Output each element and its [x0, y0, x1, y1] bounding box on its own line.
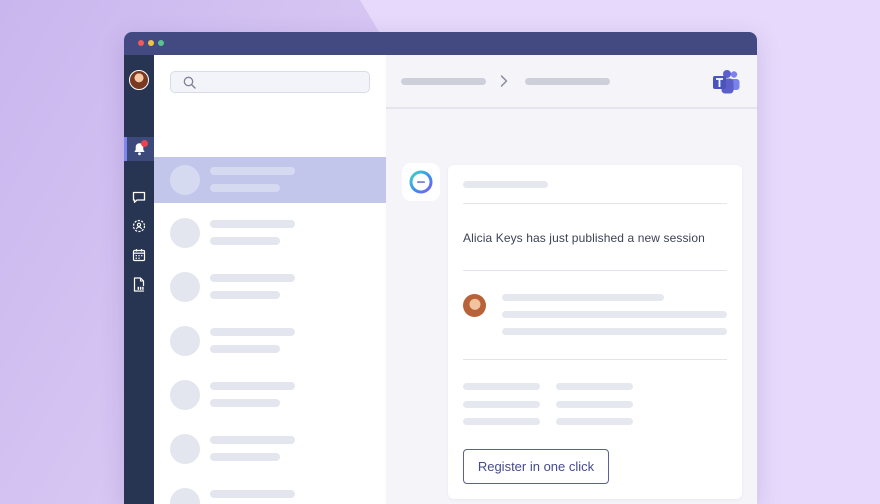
conversation-header	[386, 55, 757, 109]
card-message: Alicia Keys has just published a new ses…	[463, 231, 705, 245]
card-header-placeholder	[463, 181, 548, 188]
detail-value-placeholder	[556, 418, 633, 425]
list-item[interactable]	[154, 264, 386, 310]
chevron-right-icon	[500, 75, 508, 87]
detail-label-placeholder	[463, 418, 540, 425]
session-detail-placeholder	[502, 311, 727, 318]
window-minimize-button[interactable]	[148, 40, 154, 46]
app-window: Alicia Keys has just published a new ses…	[124, 32, 757, 504]
register-button[interactable]: Register in one click	[463, 449, 609, 484]
list-item-preview-placeholder	[210, 453, 280, 461]
conversation-pane: Alicia Keys has just published a new ses…	[386, 55, 757, 504]
window-close-button[interactable]	[138, 40, 144, 46]
rail-item-chat[interactable]	[124, 185, 154, 209]
rail-item-files[interactable]	[124, 272, 154, 296]
brand-logo-icon	[409, 170, 433, 194]
search-input[interactable]	[201, 74, 369, 90]
list-item-title-placeholder	[210, 274, 295, 282]
detail-label-placeholder	[463, 383, 540, 390]
rail-item-activity[interactable]	[124, 137, 154, 161]
list-item[interactable]	[154, 210, 386, 256]
teams-icon	[713, 70, 740, 94]
notification-badge	[141, 140, 148, 147]
search-icon	[183, 76, 196, 89]
list-item-preview-placeholder	[210, 184, 280, 192]
list-item-avatar	[170, 380, 200, 410]
window-titlebar	[124, 32, 757, 55]
list-item-avatar	[170, 272, 200, 302]
session-detail-placeholder	[502, 328, 727, 335]
team-icon	[132, 219, 146, 233]
list-item-title-placeholder	[210, 167, 295, 175]
list-item-avatar	[170, 326, 200, 356]
list-item[interactable]	[154, 318, 386, 364]
conversation-list	[154, 55, 386, 504]
notification-card: Alicia Keys has just published a new ses…	[448, 165, 742, 499]
list-item-avatar	[170, 434, 200, 464]
list-item-preview-placeholder	[210, 399, 280, 407]
list-item-title-placeholder	[210, 328, 295, 336]
app-rail	[124, 55, 154, 504]
list-item-preview-placeholder	[210, 291, 280, 299]
list-item-preview-placeholder	[210, 345, 280, 353]
rail-item-calendar[interactable]	[124, 243, 154, 267]
list-item[interactable]	[154, 426, 386, 472]
list-item-title-placeholder	[210, 220, 295, 228]
list-item-title-placeholder	[210, 436, 295, 444]
list-item[interactable]	[154, 157, 386, 203]
user-avatar[interactable]	[129, 70, 149, 90]
card-divider	[463, 359, 727, 360]
chat-icon	[132, 191, 146, 203]
list-item-title-placeholder	[210, 382, 295, 390]
calendar-icon	[132, 249, 146, 262]
card-divider	[463, 203, 727, 204]
list-item-avatar	[170, 165, 200, 195]
list-item-avatar	[170, 218, 200, 248]
sender-name-placeholder	[502, 294, 664, 301]
bot-avatar	[402, 163, 440, 201]
list-item-title-placeholder	[210, 490, 295, 498]
breadcrumb-placeholder[interactable]	[401, 78, 486, 85]
card-divider	[463, 270, 727, 271]
list-item[interactable]	[154, 372, 386, 418]
breadcrumb-placeholder[interactable]	[525, 78, 610, 85]
search-box[interactable]	[170, 71, 370, 93]
list-item[interactable]	[154, 480, 386, 504]
detail-label-placeholder	[463, 401, 540, 408]
window-maximize-button[interactable]	[158, 40, 164, 46]
detail-value-placeholder	[556, 401, 633, 408]
list-item-avatar	[170, 488, 200, 504]
list-item-preview-placeholder	[210, 237, 280, 245]
detail-value-placeholder	[556, 383, 633, 390]
sender-avatar	[463, 294, 486, 317]
rail-item-teams[interactable]	[124, 214, 154, 238]
document-icon	[133, 276, 145, 292]
